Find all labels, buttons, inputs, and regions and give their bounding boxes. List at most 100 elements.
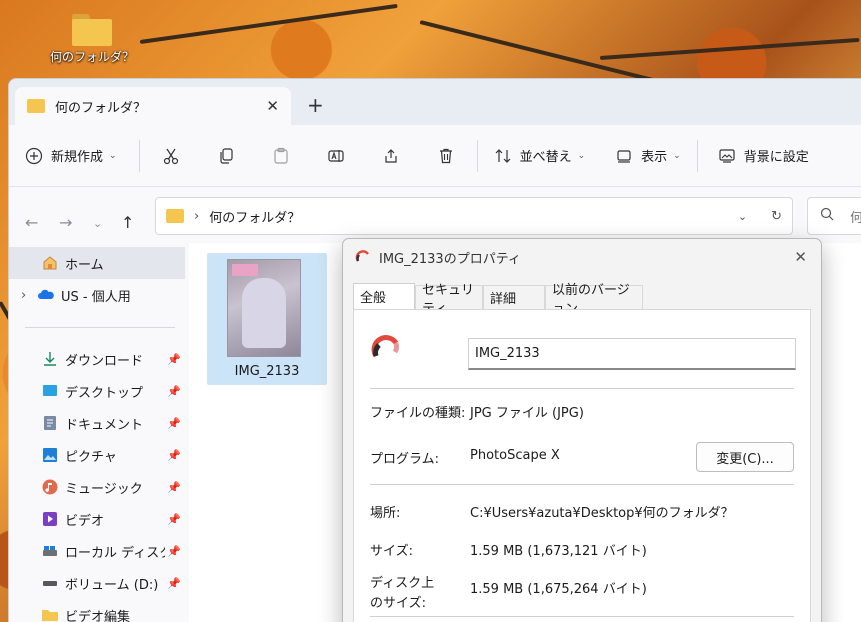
change-button[interactable]: 変更(C)... <box>696 442 794 472</box>
sidebar-item-label: ダウンロード <box>65 353 144 369</box>
tab-details[interactable]: 詳細 <box>483 285 545 309</box>
copy-icon[interactable] <box>217 147 235 165</box>
close-tab-icon[interactable]: ✕ <box>266 97 279 115</box>
up-icon[interactable]: ↑ <box>121 213 134 232</box>
pin-icon[interactable]: 📌 <box>167 417 181 430</box>
sidebar-item-label: デスクトップ <box>65 385 144 401</box>
location-value: C:¥Users¥azuta¥Desktop¥何のフォルダ？ <box>470 506 734 521</box>
navigation-pane: ホーム › US - 個人用 ダウンロード 📌 デスクトップ 📌 ドキュメント … <box>9 243 189 622</box>
divider <box>138 139 140 172</box>
desktop-icon <box>41 382 59 400</box>
address-row: ← → ⌄ ↑ › 何のフォルダ？ ⌄ ↻ 何 <box>9 187 861 243</box>
pictures-icon <box>41 446 59 464</box>
sidebar-item-label: ビデオ <box>65 513 105 529</box>
refresh-icon[interactable]: ↻ <box>771 209 782 224</box>
view-icon <box>615 147 633 165</box>
chevron-down-icon: ⌄ <box>109 150 117 161</box>
dialog-title: IMG_2133のプロパティ <box>379 251 521 267</box>
sort-icon <box>494 147 512 165</box>
sidebar-item-desktop[interactable]: デスクトップ 📌 <box>9 375 185 407</box>
recent-chevron-icon[interactable]: ⌄ <box>93 217 102 230</box>
back-icon[interactable]: ← <box>25 213 38 232</box>
pin-icon[interactable]: 📌 <box>167 353 181 366</box>
sidebar-item-onedrive[interactable]: › US - 個人用 <box>9 279 185 311</box>
forward-icon[interactable]: → <box>59 213 72 232</box>
new-tab-button[interactable]: + <box>307 93 324 117</box>
tab-general[interactable]: 全般 <box>353 283 415 309</box>
file-name-field[interactable]: IMG_2133 <box>468 338 796 370</box>
sidebar-item-volume-d[interactable]: ボリューム (D:) 📌 <box>9 567 185 599</box>
sidebar-item-local-disk[interactable]: ローカル ディスク (C:) 📌 <box>9 535 185 567</box>
folder-icon <box>166 209 184 223</box>
photoscape-app-icon <box>370 332 402 368</box>
sidebar-item-home[interactable]: ホーム <box>9 247 185 279</box>
breadcrumb: 何のフォルダ？ <box>209 210 301 226</box>
close-icon[interactable]: ✕ <box>794 248 807 266</box>
view-button[interactable]: 表示 ⌄ <box>615 146 681 165</box>
sidebar-item-documents[interactable]: ドキュメント 📌 <box>9 407 185 439</box>
pin-icon[interactable]: 📌 <box>167 513 181 526</box>
sidebar-item-label: ミュージック <box>65 481 143 497</box>
rename-icon[interactable] <box>327 147 345 165</box>
download-icon <box>41 350 59 368</box>
sidebar-item-label: ホーム <box>65 257 104 273</box>
file-name: IMG_2133 <box>234 364 300 379</box>
sidebar-item-label: ドキュメント <box>65 417 144 433</box>
music-icon <box>41 478 59 496</box>
divider <box>370 388 794 389</box>
dialog-titlebar: IMG_2133のプロパティ <box>343 239 821 275</box>
address-bar[interactable]: › 何のフォルダ？ ⌄ ↻ <box>155 197 793 235</box>
tab-title: 何のフォルダ？ <box>55 100 147 116</box>
new-button[interactable]: 新規作成 ⌄ <box>25 146 117 165</box>
onedrive-icon <box>37 286 55 304</box>
home-icon <box>41 254 59 272</box>
sidebar-item-label: ビデオ編集 <box>65 609 131 622</box>
divider <box>476 139 478 172</box>
drive-icon <box>41 542 59 560</box>
program-label: プログラム: <box>370 452 439 467</box>
paste-icon[interactable] <box>272 147 290 165</box>
sidebar-item-pictures[interactable]: ピクチャ 📌 <box>9 439 185 471</box>
set-background-button[interactable]: 背景に設定 <box>718 146 809 165</box>
document-icon <box>41 414 59 432</box>
file-type-value: JPG ファイル (JPG) <box>470 406 584 421</box>
size-value: 1.59 MB (1,673,121 バイト) <box>470 544 647 559</box>
disk-size-value: 1.59 MB (1,675,264 バイト) <box>470 582 647 597</box>
chevron-down-icon: ⌄ <box>577 150 586 161</box>
sidebar-item-downloads[interactable]: ダウンロード 📌 <box>9 343 185 375</box>
sidebar-item-video-edit[interactable]: ビデオ編集 <box>9 599 185 622</box>
sidebar-item-videos[interactable]: ビデオ 📌 <box>9 503 185 535</box>
breadcrumb-chevron-icon: › <box>194 208 200 224</box>
cut-icon[interactable] <box>162 147 180 165</box>
pin-icon[interactable]: 📌 <box>167 545 181 558</box>
chevron-down-icon[interactable]: ⌄ <box>738 210 747 223</box>
pin-icon[interactable]: 📌 <box>167 481 181 494</box>
plus-circle-icon <box>25 147 43 165</box>
tab-bar: 何のフォルダ？ ✕ + <box>9 79 861 125</box>
disk-size-label-line1: ディスク上 <box>370 576 435 591</box>
sidebar-item-music[interactable]: ミュージック 📌 <box>9 471 185 503</box>
drive-icon <box>41 574 59 592</box>
tab-previous-versions[interactable]: 以前のバージョン <box>545 283 643 317</box>
properties-dialog: IMG_2133のプロパティ ✕ 全般 セキュリティ 詳細 以前のバージョン I… <box>342 238 822 622</box>
pin-icon[interactable]: 📌 <box>167 577 181 590</box>
folder-icon <box>41 606 59 622</box>
pin-icon[interactable]: 📌 <box>167 385 181 398</box>
dialog-tabs: 全般 セキュリティ 詳細 以前のバージョン <box>353 283 643 317</box>
desktop-folder[interactable]: 何のフォルダ？ <box>50 14 134 65</box>
tab-security[interactable]: セキュリティ <box>415 283 483 317</box>
command-bar: 新規作成 ⌄ 並べ替え ⌄ 表示 ⌄ 背景に設定 <box>9 125 861 187</box>
delete-icon[interactable] <box>437 147 455 165</box>
set-background-icon <box>718 147 736 165</box>
pin-icon[interactable]: 📌 <box>167 449 181 462</box>
chevron-down-icon: ⌄ <box>673 150 681 161</box>
folder-icon <box>72 14 112 46</box>
share-icon[interactable] <box>382 147 400 165</box>
file-item[interactable]: IMG_2133 <box>207 253 327 385</box>
search-input[interactable]: 何 <box>807 197 861 235</box>
explorer-tab[interactable]: 何のフォルダ？ ✕ <box>15 87 291 125</box>
expand-chevron-icon[interactable]: › <box>21 288 37 303</box>
desktop-folder-label: 何のフォルダ？ <box>50 50 135 64</box>
disk-size-label-line2: のサイズ: <box>370 596 426 611</box>
sort-button[interactable]: 並べ替え ⌄ <box>494 146 586 165</box>
